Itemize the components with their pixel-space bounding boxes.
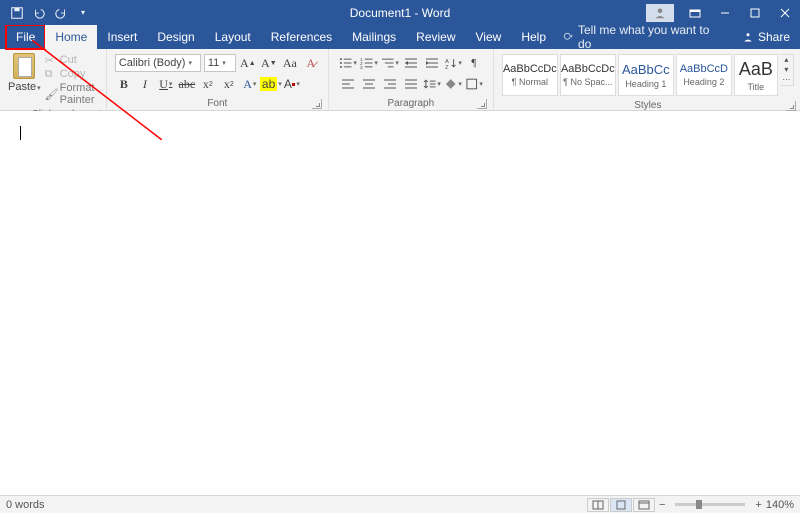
word-count[interactable]: 0 words bbox=[6, 499, 45, 511]
minimize-icon[interactable] bbox=[710, 0, 740, 25]
tell-me-search[interactable]: Tell me what you want to do bbox=[556, 25, 732, 49]
web-layout-button[interactable] bbox=[633, 498, 655, 512]
grow-font-button[interactable]: A▲ bbox=[239, 54, 257, 72]
justify-button[interactable] bbox=[402, 75, 420, 93]
tab-references[interactable]: References bbox=[261, 25, 342, 49]
svg-text:3: 3 bbox=[360, 65, 363, 70]
title-bar: ▾ Document1 - Word bbox=[0, 0, 800, 25]
tab-layout[interactable]: Layout bbox=[205, 25, 261, 49]
align-right-button[interactable] bbox=[381, 75, 399, 93]
ribbon: Paste ✂Cut ⧉Copy 🖌Format Painter Clipboa… bbox=[0, 49, 800, 111]
tab-help[interactable]: Help bbox=[511, 25, 556, 49]
align-center-button[interactable] bbox=[360, 75, 378, 93]
line-spacing-button[interactable] bbox=[423, 75, 441, 93]
paste-icon bbox=[13, 53, 35, 79]
font-size-combo[interactable]: 11▾ bbox=[204, 54, 236, 72]
read-mode-button[interactable] bbox=[587, 498, 609, 512]
tab-insert[interactable]: Insert bbox=[97, 25, 147, 49]
qat-more-icon[interactable]: ▾ bbox=[76, 6, 90, 20]
group-clipboard: Paste ✂Cut ⧉Copy 🖌Format Painter Clipboa… bbox=[0, 49, 107, 110]
strikethrough-button[interactable]: abc bbox=[178, 75, 196, 93]
subscript-button[interactable]: x2 bbox=[199, 75, 217, 93]
tab-review[interactable]: Review bbox=[406, 25, 465, 49]
font-dialog-launcher[interactable] bbox=[312, 99, 322, 109]
print-layout-button[interactable] bbox=[610, 498, 632, 512]
scissors-icon: ✂ bbox=[45, 54, 57, 66]
share-button[interactable]: Share bbox=[732, 25, 800, 49]
window-title: Document1 - Word bbox=[350, 6, 450, 20]
clear-formatting-button[interactable]: A̷ bbox=[302, 54, 320, 72]
group-font: Calibri (Body)▾ 11▾ A▲ A▼ Aa A̷ B I U ab… bbox=[107, 49, 329, 110]
multilevel-list-button[interactable] bbox=[381, 54, 399, 72]
maximize-icon[interactable] bbox=[740, 0, 770, 25]
style-heading-1[interactable]: AaBbCcHeading 1 bbox=[618, 54, 674, 96]
style-normal[interactable]: AaBbCcDc¶ Normal bbox=[502, 54, 558, 96]
tab-mailings[interactable]: Mailings bbox=[342, 25, 406, 49]
paragraph-dialog-launcher[interactable] bbox=[477, 99, 487, 109]
cut-button[interactable]: ✂Cut bbox=[45, 54, 98, 66]
tell-me-label: Tell me what you want to do bbox=[578, 23, 726, 51]
tab-home[interactable]: Home bbox=[45, 25, 97, 49]
view-buttons bbox=[587, 498, 655, 512]
style-no-spacing[interactable]: AaBbCcDc¶ No Spac... bbox=[560, 54, 616, 96]
style-title[interactable]: AaBTitle bbox=[734, 54, 778, 96]
copy-button[interactable]: ⧉Copy bbox=[45, 68, 98, 80]
group-styles-label: Styles bbox=[634, 100, 661, 111]
quick-access-toolbar: ▾ bbox=[0, 6, 90, 20]
document-area[interactable] bbox=[0, 111, 800, 495]
style-heading-2[interactable]: AaBbCcDHeading 2 bbox=[676, 54, 732, 96]
redo-icon[interactable] bbox=[54, 6, 68, 20]
bold-button[interactable]: B bbox=[115, 75, 133, 93]
styles-dialog-launcher[interactable] bbox=[786, 101, 796, 111]
sort-button[interactable]: AZ bbox=[444, 54, 462, 72]
text-effects-button[interactable]: A bbox=[241, 75, 259, 93]
window-controls bbox=[646, 0, 800, 25]
zoom-out-button[interactable]: − bbox=[659, 499, 665, 511]
font-color-button[interactable]: A bbox=[283, 75, 301, 93]
tab-view[interactable]: View bbox=[466, 25, 512, 49]
align-left-button[interactable] bbox=[339, 75, 357, 93]
increase-indent-button[interactable] bbox=[423, 54, 441, 72]
superscript-button[interactable]: x2 bbox=[220, 75, 238, 93]
group-font-label: Font bbox=[207, 98, 227, 109]
ribbon-tabs: File Home Insert Design Layout Reference… bbox=[0, 25, 800, 49]
paste-label: Paste bbox=[8, 81, 41, 93]
brush-icon: 🖌 bbox=[45, 88, 57, 100]
change-case-button[interactable]: Aa bbox=[281, 54, 299, 72]
tab-file[interactable]: File bbox=[6, 25, 45, 49]
shrink-font-button[interactable]: A▼ bbox=[260, 54, 278, 72]
svg-text:Z: Z bbox=[445, 65, 449, 70]
borders-button[interactable] bbox=[465, 75, 483, 93]
format-painter-button[interactable]: 🖌Format Painter bbox=[45, 82, 98, 106]
paste-button[interactable]: Paste bbox=[8, 53, 41, 93]
tab-design[interactable]: Design bbox=[147, 25, 204, 49]
italic-button[interactable]: I bbox=[136, 75, 154, 93]
zoom-slider[interactable] bbox=[675, 503, 745, 506]
font-name-combo[interactable]: Calibri (Body)▾ bbox=[115, 54, 201, 72]
zoom-level[interactable]: 140% bbox=[766, 499, 794, 511]
decrease-indent-button[interactable] bbox=[402, 54, 420, 72]
bullets-button[interactable] bbox=[339, 54, 357, 72]
ribbon-display-icon[interactable] bbox=[680, 0, 710, 25]
group-paragraph-label: Paragraph bbox=[387, 98, 434, 109]
close-icon[interactable] bbox=[770, 0, 800, 25]
text-cursor bbox=[20, 126, 21, 140]
group-paragraph: 123 AZ ¶ Paragraph bbox=[329, 49, 494, 110]
styles-gallery-more[interactable]: ▴▾⋯ bbox=[780, 54, 794, 86]
group-styles: AaBbCcDc¶ Normal AaBbCcDc¶ No Spac... Aa… bbox=[494, 49, 800, 110]
copy-icon: ⧉ bbox=[45, 68, 57, 80]
show-marks-button[interactable]: ¶ bbox=[465, 54, 483, 72]
numbering-button[interactable]: 123 bbox=[360, 54, 378, 72]
underline-button[interactable]: U bbox=[157, 75, 175, 93]
undo-icon[interactable] bbox=[32, 6, 46, 20]
save-icon[interactable] bbox=[10, 6, 24, 20]
account-icon[interactable] bbox=[646, 4, 674, 22]
share-label: Share bbox=[758, 30, 790, 44]
status-bar: 0 words − + 140% bbox=[0, 495, 800, 513]
shading-button[interactable] bbox=[444, 75, 462, 93]
highlight-button[interactable]: ab bbox=[262, 75, 280, 93]
zoom-in-button[interactable]: + bbox=[755, 499, 761, 511]
